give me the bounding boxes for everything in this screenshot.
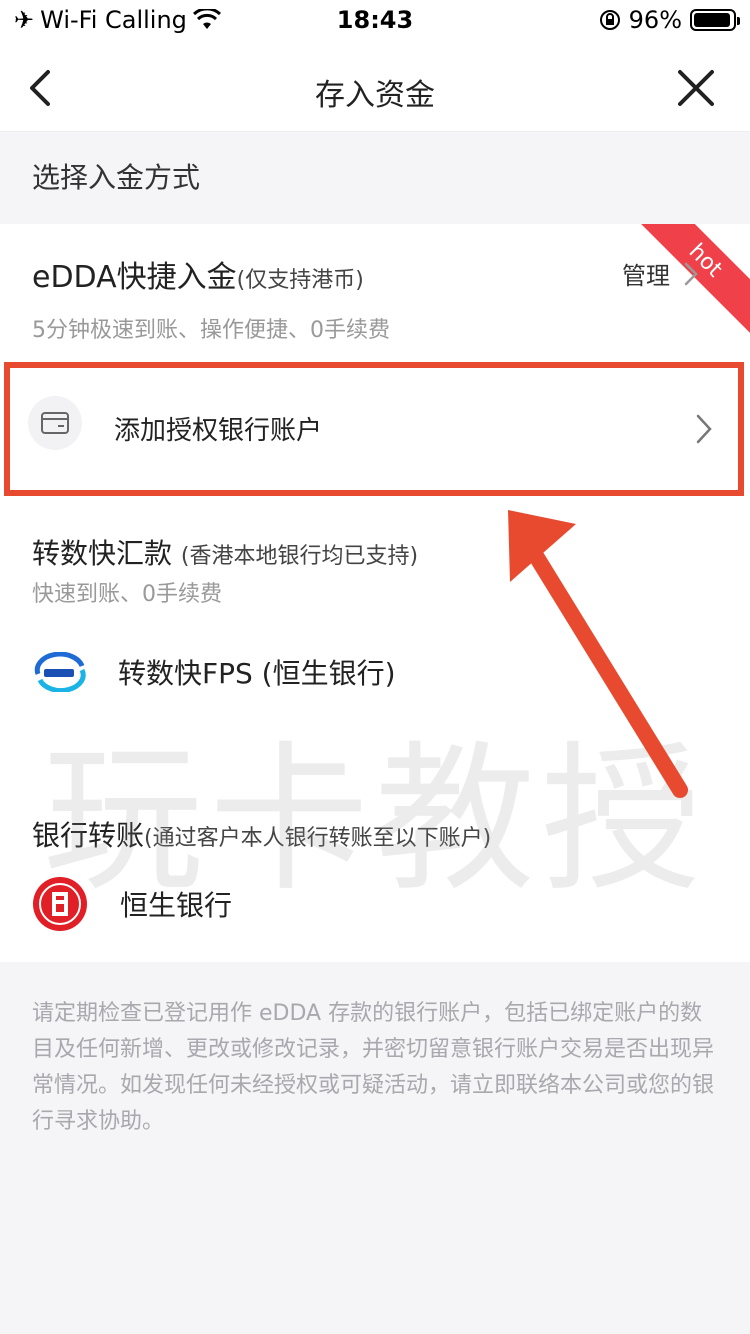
status-bar: ✈ Wi-Fi Calling 18:43 96% (0, 0, 750, 44)
bank-transfer-title-sub: (通过客户本人银行转账至以下账户) (144, 826, 492, 851)
battery-fill (694, 13, 731, 27)
risk-notice: 请定期检查已登记用作 eDDA 存款的银行账户，包括已绑定账户的数目及任何新增、… (32, 1001, 715, 1134)
hang-seng-bank-name: 恒生银行 (120, 889, 233, 922)
chevron-right-icon (696, 414, 712, 444)
fps-section-title: 转数快汇款 (香港本地银行均已支持) (32, 532, 418, 572)
fps-bank-name: 转数快FPS (恒生银行) (118, 657, 396, 690)
bank-transfer-title-main: 银行转账 (32, 819, 145, 852)
fps-logo-icon (34, 652, 86, 692)
deposit-methods-card: hot eDDA快捷入金(仅支持港币) 管理 5分钟极速到账、操作便捷、0手续费… (0, 224, 750, 962)
edda-description: 5分钟极速到账、操作便捷、0手续费 (32, 318, 390, 343)
nav-bar: 存入资金 (0, 44, 750, 132)
bank-transfer-title: 银行转账(通过客户本人银行转账至以下账户) (32, 814, 491, 854)
fps-description: 快速到账、0手续费 (32, 582, 222, 607)
edda-title: eDDA快捷入金(仅支持港币) (32, 252, 364, 296)
edda-title-sub: (仅支持港币) (236, 268, 364, 293)
close-icon[interactable] (674, 66, 718, 110)
page-title: 存入资金 (315, 78, 435, 113)
manage-link[interactable]: 管理 (622, 256, 698, 291)
section-label: 选择入金方式 (0, 132, 750, 224)
hang-seng-logo-icon (33, 877, 87, 931)
bank-card-icon (41, 412, 69, 434)
edda-title-main: eDDA快捷入金 (32, 260, 237, 295)
fps-title-sub: (香港本地银行均已支持) (180, 544, 419, 569)
status-right: 96% (599, 6, 740, 34)
fps-bank-row[interactable]: 转数快FPS (恒生银行) (32, 652, 396, 692)
fps-title-main: 转数快汇款 (32, 537, 173, 570)
hang-seng-bank-row[interactable]: 恒生银行 (32, 876, 232, 932)
orientation-lock-icon (599, 10, 620, 30)
battery-percent: 96% (628, 6, 682, 34)
add-bank-account-row[interactable]: 添加授权银行账户 (4, 362, 744, 496)
battery-icon (690, 9, 740, 31)
card-icon-wrapper (28, 396, 82, 450)
manage-label: 管理 (622, 262, 670, 290)
chevron-right-icon (684, 262, 698, 285)
add-bank-account-label: 添加授权银行账户 (114, 416, 323, 446)
